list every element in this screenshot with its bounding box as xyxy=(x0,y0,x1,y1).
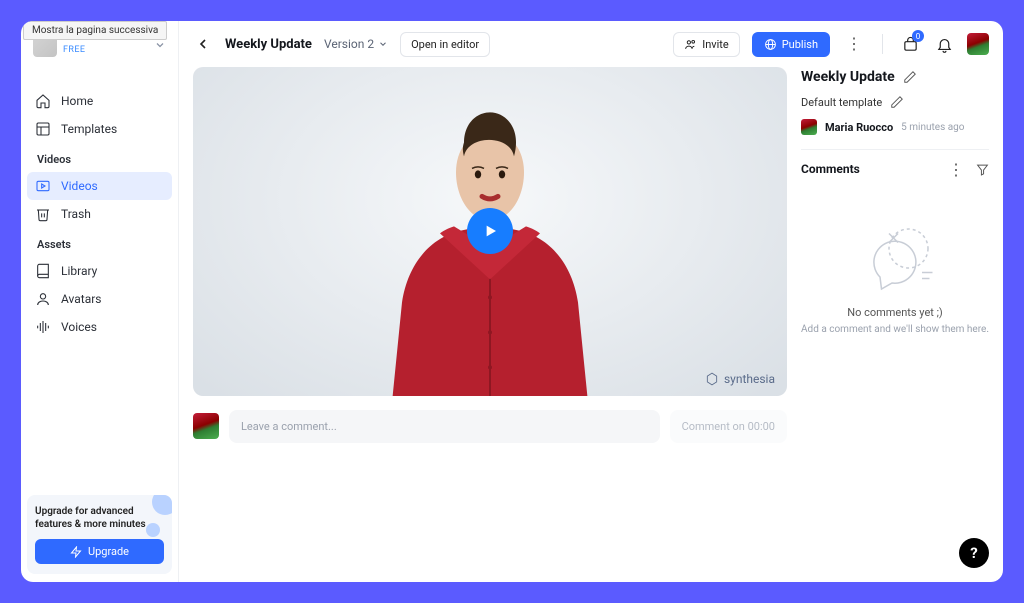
sidebar-item-label: Videos xyxy=(61,179,98,193)
comments-heading: Comments xyxy=(801,162,860,176)
edit-template-icon[interactable] xyxy=(890,95,904,109)
avatars-icon xyxy=(35,291,51,307)
notification-badge: 0 xyxy=(912,30,924,42)
synthesia-logo-icon xyxy=(705,372,719,386)
upgrade-card: Upgrade for advanced features & more min… xyxy=(27,495,172,574)
video-title: Weekly Update xyxy=(801,69,895,85)
sidebar-item-voices[interactable]: Voices xyxy=(27,313,172,341)
sidebar-item-videos[interactable]: Videos xyxy=(27,172,172,200)
home-icon xyxy=(35,93,51,109)
notifications-button[interactable] xyxy=(933,33,955,55)
users-icon xyxy=(684,38,697,51)
sidebar-item-home[interactable]: Home xyxy=(27,87,172,115)
invite-button[interactable]: Invite xyxy=(673,32,740,57)
play-icon xyxy=(482,223,498,239)
bell-icon xyxy=(936,36,953,53)
templates-icon xyxy=(35,121,51,137)
modified-time: 5 minutes ago xyxy=(901,122,964,133)
open-in-editor-button[interactable]: Open in editor xyxy=(400,32,490,57)
chevron-down-icon xyxy=(378,39,388,49)
edit-title-icon[interactable] xyxy=(903,70,917,84)
publish-button[interactable]: Publish xyxy=(752,32,830,57)
sidebar-item-trash[interactable]: Trash xyxy=(27,200,172,228)
video-column: synthesia Comment on 00:00 xyxy=(193,67,787,568)
content: synthesia Comment on 00:00 Weekly Update… xyxy=(179,67,1003,582)
sidebar-item-label: Avatars xyxy=(61,292,102,306)
comment-bar: Comment on 00:00 xyxy=(193,410,787,443)
speech-bubbles-icon xyxy=(850,216,940,296)
upgrade-text: Upgrade for advanced features & more min… xyxy=(35,505,164,531)
invite-label: Invite xyxy=(702,38,729,51)
bolt-icon xyxy=(70,546,82,558)
sidebar-item-library[interactable]: Library xyxy=(27,257,172,285)
trash-icon xyxy=(35,206,51,222)
section-heading-assets: Assets xyxy=(27,228,172,257)
author-avatar xyxy=(801,119,817,135)
sidebar-item-label: Templates xyxy=(61,122,117,136)
play-button[interactable] xyxy=(467,208,513,254)
upgrade-button-label: Upgrade xyxy=(88,545,129,558)
empty-subtitle: Add a comment and we'll show them here. xyxy=(801,323,989,337)
back-button[interactable] xyxy=(193,34,213,54)
sidebar: FREE Home Templates Videos Videos Trash … xyxy=(21,21,179,582)
globe-icon xyxy=(764,38,777,51)
comment-input[interactable] xyxy=(229,410,660,443)
author-name: Maria Ruocco xyxy=(825,121,893,134)
video-icon xyxy=(35,178,51,194)
next-page-tooltip: Mostra la pagina successiva xyxy=(23,21,167,40)
app-window: Mostra la pagina successiva FREE Home Te… xyxy=(21,21,1003,582)
comments-empty-state: No comments yet ;) Add a comment and we'… xyxy=(801,176,989,337)
section-heading-videos: Videos xyxy=(27,143,172,172)
sidebar-item-label: Voices xyxy=(61,320,97,334)
sidebar-item-avatars[interactable]: Avatars xyxy=(27,285,172,313)
updates-button[interactable]: 0 xyxy=(899,33,921,55)
watermark: synthesia xyxy=(705,372,775,386)
video-preview[interactable]: synthesia xyxy=(193,67,787,396)
version-selector[interactable]: Version 2 xyxy=(324,37,388,51)
comments-filter-icon[interactable] xyxy=(975,162,989,176)
sidebar-item-label: Trash xyxy=(61,207,91,221)
sidebar-item-label: Home xyxy=(61,94,93,108)
sidebar-item-templates[interactable]: Templates xyxy=(27,115,172,143)
voices-icon xyxy=(35,319,51,335)
upgrade-button[interactable]: Upgrade xyxy=(35,539,164,564)
divider xyxy=(882,34,883,54)
plan-badge: FREE xyxy=(63,45,85,55)
main-area: Weekly Update Version 2 Open in editor I… xyxy=(179,21,1003,582)
version-label: Version 2 xyxy=(324,37,374,51)
commenter-avatar xyxy=(193,413,219,439)
comment-timestamp-button[interactable]: Comment on 00:00 xyxy=(670,410,787,443)
comments-more-icon[interactable]: ⋮ xyxy=(949,162,963,176)
topbar: Weekly Update Version 2 Open in editor I… xyxy=(179,21,1003,67)
help-button[interactable]: ? xyxy=(959,538,989,568)
sidebar-item-label: Library xyxy=(61,264,97,278)
watermark-label: synthesia xyxy=(724,372,775,386)
details-panel: Weekly Update Default template Maria Ruo… xyxy=(801,67,989,568)
chevron-left-icon xyxy=(195,36,211,52)
publish-label: Publish xyxy=(782,38,818,51)
page-title: Weekly Update xyxy=(225,37,312,52)
template-name: Default template xyxy=(801,96,882,109)
user-avatar[interactable] xyxy=(967,33,989,55)
empty-title: No comments yet ;) xyxy=(847,306,943,319)
library-icon xyxy=(35,263,51,279)
